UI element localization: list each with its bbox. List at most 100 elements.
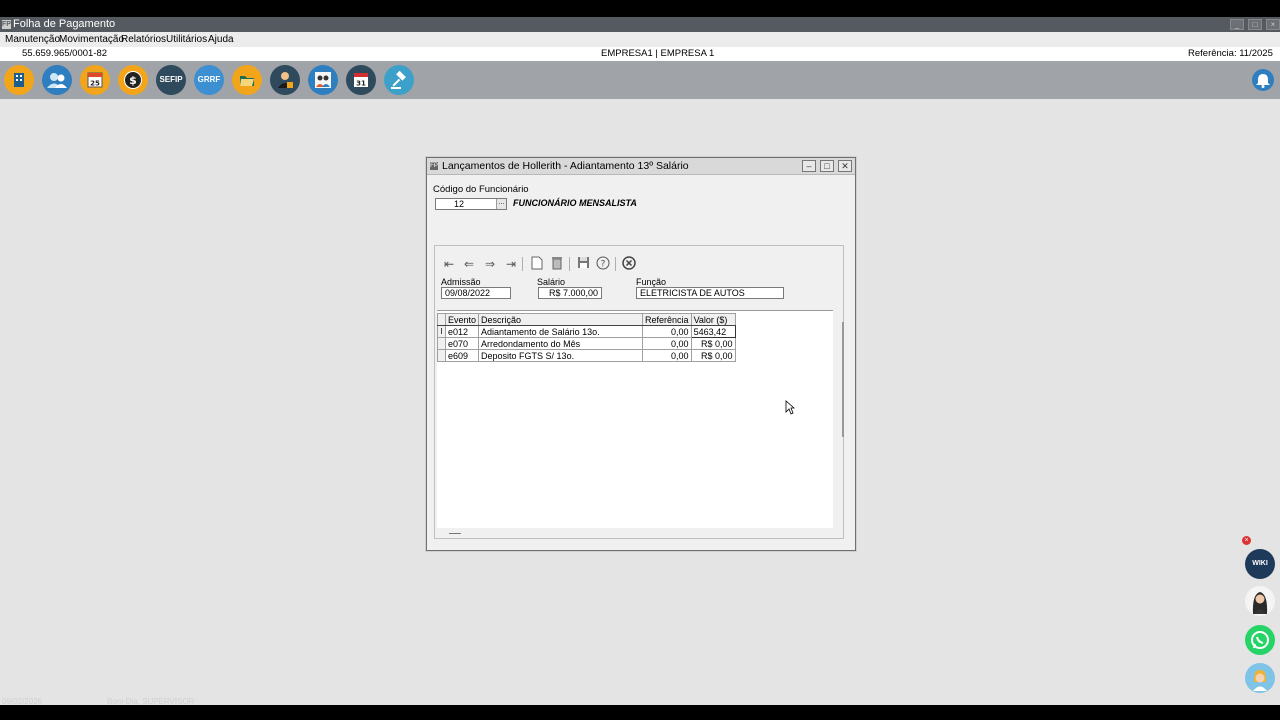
- app-logo-icon: FP: [2, 20, 11, 29]
- lancamentos-grid: Evento Descrição Referência Valor ($) I …: [437, 310, 833, 534]
- col-evento[interactable]: Evento: [444, 313, 480, 326]
- cell-descricao[interactable]: Deposito FGTS S/ 13o.: [478, 349, 644, 362]
- app-title-bar: FP Folha de Pagamento _ □ ×: [0, 17, 1280, 32]
- dialog-title: Lançamentos de Hollerith - Adiantamento …: [442, 160, 689, 172]
- close-widgets-icon[interactable]: ×: [1242, 536, 1251, 545]
- calendar-31-icon[interactable]: 31: [346, 65, 376, 95]
- next-record-icon[interactable]: ⇒: [482, 256, 498, 272]
- horizontal-scroll-indicator[interactable]: [449, 533, 461, 534]
- gavel-icon[interactable]: [384, 65, 414, 95]
- close-app-button[interactable]: ×: [1266, 19, 1280, 30]
- vertical-scrollbar[interactable]: [842, 322, 844, 437]
- col-descricao[interactable]: Descrição: [478, 313, 644, 326]
- salario-field[interactable]: R$ 7.000,00: [538, 287, 602, 299]
- cell-valor[interactable]: R$ 0,00: [690, 349, 736, 362]
- table-row[interactable]: e609 Deposito FGTS S/ 13o. 0,00 R$ 0,00: [437, 349, 736, 362]
- first-record-icon[interactable]: ⇤: [441, 256, 457, 272]
- svg-text:?: ?: [601, 260, 606, 270]
- menu-utilitarios[interactable]: Utilitários: [166, 32, 207, 47]
- row-indicator: I: [437, 325, 446, 338]
- team-icon[interactable]: [308, 65, 338, 95]
- sefip-icon[interactable]: SEFIP: [156, 65, 186, 95]
- admissao-field[interactable]: 09/08/2022: [441, 287, 511, 299]
- dialog-maximize-button[interactable]: □: [820, 160, 834, 172]
- separator: [522, 257, 523, 271]
- cell-valor[interactable]: R$ 0,00: [690, 337, 736, 350]
- combo-lookup-icon[interactable]: …: [496, 199, 506, 209]
- close-icon[interactable]: [621, 256, 637, 272]
- table-header-row: Evento Descrição Referência Valor ($): [437, 313, 736, 326]
- menu-movimentacao[interactable]: Movimentação: [59, 32, 124, 47]
- separator: [569, 257, 570, 271]
- info-bar: 55.659.965/0001-82 EMPRESA1 | EMPRESA 1 …: [0, 47, 1280, 61]
- row-indicator-header: [437, 313, 446, 326]
- svg-text:31: 31: [356, 80, 366, 88]
- mouse-cursor-icon: [785, 400, 796, 418]
- dollar-icon[interactable]: $: [118, 65, 148, 95]
- maximize-button[interactable]: □: [1248, 19, 1262, 30]
- funcao-label: Função: [636, 277, 667, 287]
- users-icon[interactable]: [42, 65, 72, 95]
- separator: [615, 257, 616, 271]
- cell-evento[interactable]: e609: [444, 349, 480, 362]
- cell-descricao[interactable]: Adiantamento de Salário 13o.: [478, 325, 644, 338]
- col-valor[interactable]: Valor ($): [690, 313, 736, 326]
- employee-icon[interactable]: [270, 65, 300, 95]
- delete-icon[interactable]: [549, 256, 565, 272]
- dialog-logo-icon: FP: [430, 162, 438, 170]
- cell-referencia[interactable]: 0,00: [642, 349, 692, 362]
- events-table: Evento Descrição Referência Valor ($) I …: [437, 313, 736, 362]
- cell-evento[interactable]: e070: [444, 337, 480, 350]
- building-icon[interactable]: [4, 65, 34, 95]
- wiki-label: WIKI: [1252, 560, 1268, 567]
- help-icon[interactable]: ?: [595, 256, 611, 272]
- dialog-minimize-button[interactable]: –: [802, 160, 816, 172]
- grrf-icon[interactable]: GRRF: [194, 65, 224, 95]
- dialog-title-bar[interactable]: FP Lançamentos de Hollerith - Adiantamen…: [427, 158, 855, 175]
- hollerith-dialog: FP Lançamentos de Hollerith - Adiantamen…: [426, 157, 856, 551]
- support-agent-icon[interactable]: [1245, 663, 1275, 693]
- cell-evento[interactable]: e012: [444, 325, 480, 338]
- status-bar: 09/02/2026 Bom Dia, SUPERVISOR: [0, 697, 300, 707]
- codigo-combo[interactable]: 12 …: [435, 198, 507, 210]
- salario-label: Salário: [537, 277, 566, 287]
- cell-referencia[interactable]: 0,00: [642, 325, 692, 338]
- cnpj-text: 55.659.965/0001-82: [22, 48, 108, 59]
- svg-text:25: 25: [90, 80, 100, 88]
- referencia-text: Referência: 11/2025: [1188, 48, 1273, 59]
- menu-bar: Manutenção Movimentação Relatórios Utili…: [0, 32, 1280, 47]
- whatsapp-icon[interactable]: [1245, 625, 1275, 655]
- row-indicator: [437, 349, 446, 362]
- empresa-text: EMPRESA1 | EMPRESA 1: [601, 48, 715, 59]
- status-user: Bom Dia, SUPERVISOR: [107, 697, 195, 706]
- svg-text:$: $: [129, 74, 137, 87]
- wiki-icon[interactable]: WIKI: [1245, 549, 1275, 579]
- minimize-button[interactable]: _: [1230, 19, 1244, 30]
- table-row[interactable]: I e012 Adiantamento de Salário 13o. 0,00…: [437, 325, 736, 338]
- app-title: Folha de Pagamento: [13, 18, 116, 30]
- calendar-25-icon[interactable]: 25: [80, 65, 110, 95]
- save-icon[interactable]: [575, 256, 591, 272]
- dialog-close-button[interactable]: ✕: [838, 160, 852, 172]
- menu-ajuda[interactable]: Ajuda: [208, 32, 234, 47]
- codigo-label: Código do Funcionário: [433, 184, 529, 195]
- last-record-icon[interactable]: ⇥: [503, 256, 519, 272]
- cell-referencia[interactable]: 0,00: [642, 337, 692, 350]
- funcao-field[interactable]: ELETRICISTA DE AUTOS: [636, 287, 784, 299]
- cell-descricao[interactable]: Arredondamento do Mês: [478, 337, 644, 350]
- lancamentos-panel: ⇤ ⇐ ⇒ ⇥ ? Admissão 09/08/2022 Salário R$…: [434, 245, 844, 539]
- main-toolbar: 25 $ SEFIP GRRF 31: [0, 61, 1280, 99]
- cell-valor-editing[interactable]: 5463,42: [690, 325, 736, 338]
- status-date: 09/02/2026: [2, 697, 43, 706]
- new-document-icon[interactable]: [529, 256, 545, 272]
- bell-icon[interactable]: [1252, 69, 1274, 91]
- codigo-value: 12: [454, 199, 465, 209]
- prev-record-icon[interactable]: ⇐: [461, 256, 477, 272]
- col-referencia[interactable]: Referência: [642, 313, 692, 326]
- folder-icon[interactable]: [232, 65, 262, 95]
- admissao-label: Admissão: [441, 277, 481, 287]
- assistant-avatar-icon[interactable]: [1245, 586, 1275, 616]
- menu-relatorios[interactable]: Relatórios: [121, 32, 166, 47]
- menu-manutencao[interactable]: Manutenção: [5, 32, 60, 47]
- table-row[interactable]: e070 Arredondamento do Mês 0,00 R$ 0,00: [437, 337, 736, 350]
